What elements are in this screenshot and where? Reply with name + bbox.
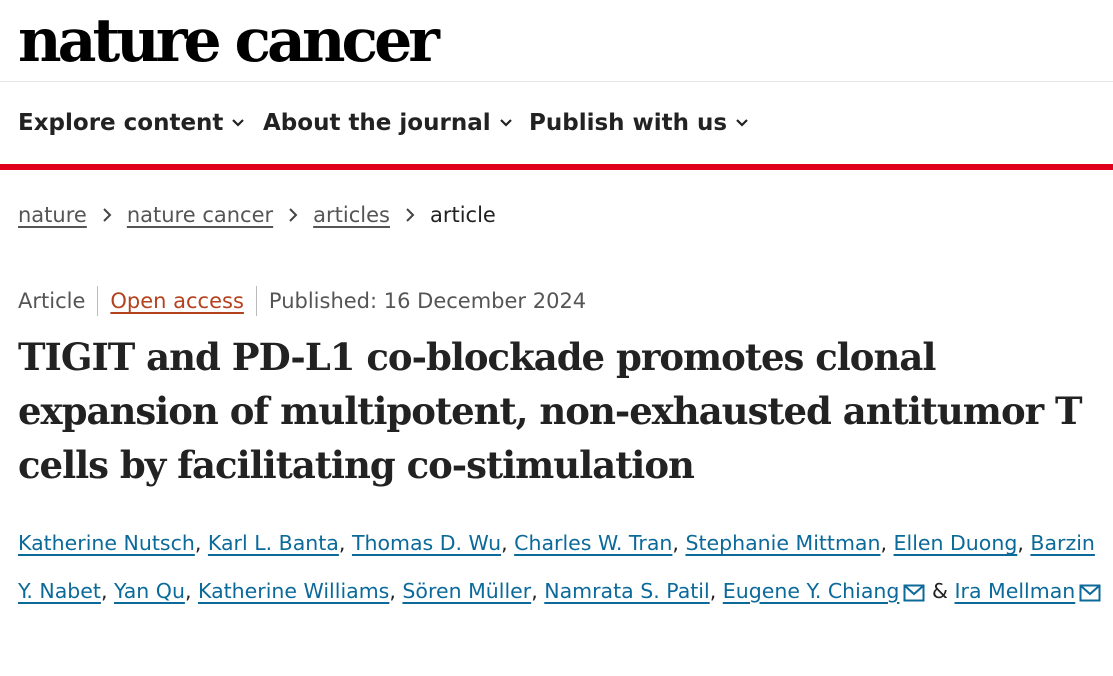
author-ampersand: & bbox=[931, 578, 948, 603]
breadcrumb-articles[interactable]: articles bbox=[313, 203, 390, 227]
author-link[interactable]: Stephanie Mittman bbox=[685, 531, 880, 555]
published-date: Published: 16 December 2024 bbox=[268, 289, 587, 313]
author-separator: , bbox=[672, 531, 679, 555]
author-link[interactable]: Namrata S. Patil bbox=[544, 579, 709, 603]
journal-logo[interactable]: nature cancer bbox=[18, 6, 440, 76]
author-link[interactable]: Yan Qu bbox=[114, 579, 185, 603]
breadcrumb-nature-cancer[interactable]: nature cancer bbox=[127, 203, 273, 227]
nav-publish-with-us[interactable]: Publish with us bbox=[529, 110, 749, 136]
author-separator: , bbox=[709, 578, 717, 603]
author-link[interactable]: Eugene Y. Chiang bbox=[723, 579, 900, 603]
email-icon[interactable] bbox=[903, 572, 925, 601]
author-separator: , bbox=[531, 578, 538, 603]
open-access-link[interactable]: Open access bbox=[110, 289, 244, 313]
nav-about-journal[interactable]: About the journal bbox=[263, 110, 513, 136]
main-nav: Explore content About the journal Publis… bbox=[0, 82, 1113, 170]
breadcrumb-nature[interactable]: nature bbox=[18, 203, 87, 227]
chevron-down-icon bbox=[736, 119, 748, 127]
author-separator: , bbox=[389, 578, 396, 603]
author-link[interactable]: Katherine Williams bbox=[198, 579, 389, 603]
masthead: nature cancer bbox=[0, 0, 1113, 82]
chevron-right-icon bbox=[406, 208, 415, 222]
email-icon[interactable] bbox=[1079, 572, 1101, 601]
author-separator: , bbox=[1017, 531, 1024, 555]
chevron-right-icon bbox=[289, 208, 298, 222]
author-separator: , bbox=[184, 578, 192, 603]
author-link[interactable]: Katherine Nutsch bbox=[18, 531, 195, 555]
author-link[interactable]: Sören Müller bbox=[402, 579, 531, 603]
author-separator: , bbox=[194, 531, 202, 555]
meta-divider bbox=[255, 286, 257, 316]
author-separator: , bbox=[100, 578, 108, 603]
article-type: Article bbox=[18, 289, 86, 313]
nav-explore-content[interactable]: Explore content bbox=[18, 110, 245, 136]
nav-item-label: About the journal bbox=[263, 110, 491, 136]
author-separator: , bbox=[501, 531, 508, 555]
breadcrumb: nature nature cancer articles article bbox=[18, 203, 496, 227]
chevron-right-icon bbox=[103, 208, 112, 222]
article-title: TIGIT and PD-L1 co-blockade promotes clo… bbox=[18, 335, 1083, 487]
author-link[interactable]: Ellen Duong bbox=[894, 531, 1018, 555]
breadcrumb-current: article bbox=[429, 203, 496, 227]
author-link[interactable]: Karl L. Banta bbox=[208, 531, 339, 555]
author-link[interactable]: Charles W. Tran bbox=[514, 531, 672, 555]
author-list: Katherine Nutsch, Karl L. Banta, Thomas … bbox=[18, 520, 1103, 615]
nav-item-label: Publish with us bbox=[529, 110, 728, 136]
author-separator: , bbox=[880, 531, 888, 555]
author-link[interactable]: Thomas D. Wu bbox=[352, 531, 501, 555]
author-link[interactable]: Ira Mellman bbox=[955, 579, 1076, 603]
author-separator: , bbox=[338, 531, 346, 555]
chevron-down-icon bbox=[499, 119, 512, 127]
chevron-down-icon bbox=[232, 119, 245, 127]
article-meta: Article Open access Published: 16 Decemb… bbox=[18, 286, 586, 316]
nav-item-label: Explore content bbox=[18, 110, 224, 136]
meta-divider bbox=[97, 286, 99, 316]
